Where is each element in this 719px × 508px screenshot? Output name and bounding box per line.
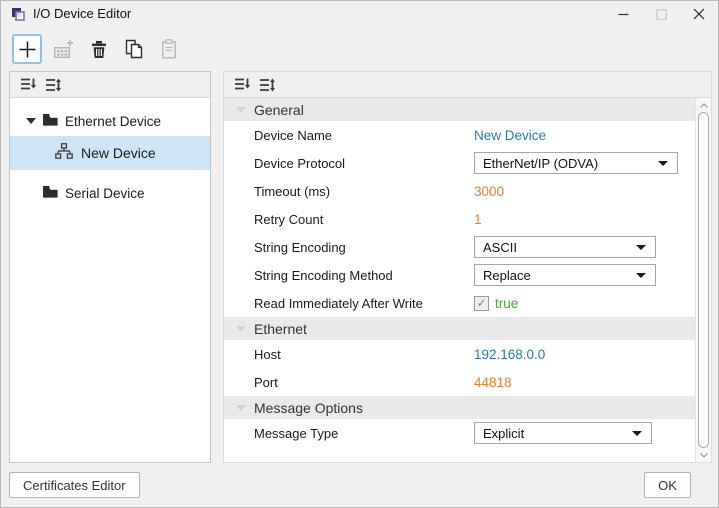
property-row-host: Host 192.168.0.0 — [224, 340, 695, 368]
chevron-down-icon — [636, 273, 646, 278]
device-tree: Ethernet Device New Device — [10, 98, 210, 208]
retry-count-value[interactable]: 1 — [474, 212, 482, 227]
property-row-message-type: Message Type Explicit — [224, 419, 695, 447]
tree-collapse-all-button[interactable] — [17, 75, 39, 95]
chevron-down-icon — [632, 431, 642, 436]
port-value[interactable]: 44818 — [474, 375, 512, 390]
expander-down-icon[interactable] — [26, 118, 36, 124]
vertical-scrollbar[interactable] — [695, 98, 711, 462]
chevron-down-icon — [636, 245, 646, 250]
tree-item-ethernet-device[interactable]: Ethernet Device — [10, 106, 210, 136]
tree-expand-all-button[interactable] — [42, 75, 64, 95]
read-immediately-checkbox[interactable]: ✓ — [474, 296, 489, 311]
properties-collapse-all-button[interactable] — [231, 75, 253, 95]
scrollbar-thumb[interactable] — [698, 112, 709, 448]
folder-icon — [42, 185, 58, 201]
properties-expand-all-button[interactable] — [256, 75, 278, 95]
property-panel-toolbar — [224, 72, 711, 98]
tree-item-new-device[interactable]: New Device — [10, 136, 210, 170]
device-tree-panel: Ethernet Device New Device — [9, 71, 211, 463]
section-header-general[interactable]: General — [224, 98, 695, 121]
property-grid: General Device Name New Device Device Pr… — [224, 98, 695, 462]
section-title: Ethernet — [254, 321, 307, 337]
close-icon — [693, 8, 705, 20]
delete-device-button[interactable] — [86, 36, 112, 62]
dropdown-value: EtherNet/IP (ODVA) — [483, 156, 598, 171]
maximize-button — [644, 1, 678, 27]
device-name-value[interactable]: New Device — [474, 128, 546, 143]
expand-all-icon — [45, 77, 62, 93]
property-label: Device Name — [254, 128, 474, 143]
property-row-string-encoding-method: String Encoding Method Replace — [224, 261, 695, 289]
property-row-port: Port 44818 — [224, 368, 695, 396]
property-row-device-name: Device Name New Device — [224, 121, 695, 149]
scroll-down-icon[interactable] — [696, 448, 711, 462]
property-row-retry-count: Retry Count 1 — [224, 205, 695, 233]
network-device-icon — [55, 143, 73, 163]
copy-icon — [125, 39, 143, 59]
section-header-message-options[interactable]: Message Options — [224, 396, 695, 419]
section-header-ethernet[interactable]: Ethernet — [224, 317, 695, 340]
add-device-button[interactable] — [12, 34, 42, 64]
tree-item-serial-device[interactable]: Serial Device — [10, 178, 210, 208]
property-label: Host — [254, 347, 474, 362]
section-expander-icon[interactable] — [236, 326, 246, 332]
ok-button[interactable]: OK — [644, 472, 691, 498]
property-label: Device Protocol — [254, 156, 474, 171]
property-label: Read Immediately After Write — [254, 296, 474, 311]
tree-item-label: New Device — [81, 145, 156, 161]
folder-icon — [42, 113, 58, 129]
property-label: Message Type — [254, 426, 474, 441]
main-toolbar — [12, 34, 191, 64]
add-plus-icon — [18, 40, 37, 59]
io-device-editor-dialog: I/O Device Editor — [0, 0, 719, 508]
maximize-icon — [656, 9, 667, 20]
message-type-dropdown[interactable]: Explicit — [474, 422, 652, 444]
section-title: General — [254, 102, 304, 118]
app-logo-icon — [11, 7, 25, 21]
checkbox-value-label: true — [495, 296, 518, 311]
host-value[interactable]: 192.168.0.0 — [474, 347, 545, 362]
window-title: I/O Device Editor — [33, 6, 131, 21]
property-label: String Encoding — [254, 240, 474, 255]
dropdown-value: Replace — [483, 268, 531, 283]
timeout-value[interactable]: 3000 — [474, 184, 504, 199]
certificates-editor-button[interactable]: Certificates Editor — [9, 472, 140, 498]
expand-all-icon — [259, 77, 276, 93]
dropdown-value: Explicit — [483, 426, 524, 441]
property-label: String Encoding Method — [254, 268, 474, 283]
section-expander-icon[interactable] — [236, 405, 246, 411]
delete-trash-icon — [91, 40, 107, 59]
chevron-down-icon — [658, 161, 668, 166]
property-row-device-protocol: Device Protocol EtherNet/IP (ODVA) — [224, 149, 695, 177]
add-device-group-button — [51, 36, 77, 62]
minimize-icon — [618, 9, 629, 20]
titlebar: I/O Device Editor — [1, 1, 718, 27]
section-expander-icon[interactable] — [236, 107, 246, 113]
collapse-all-icon — [234, 77, 251, 92]
string-encoding-dropdown[interactable]: ASCII — [474, 236, 656, 258]
property-label: Port — [254, 375, 474, 390]
copy-device-button[interactable] — [121, 36, 147, 62]
device-protocol-dropdown[interactable]: EtherNet/IP (ODVA) — [474, 152, 678, 174]
collapse-all-icon — [20, 77, 37, 92]
tree-item-label: Ethernet Device — [65, 114, 161, 129]
scroll-up-icon[interactable] — [696, 98, 711, 112]
add-device-group-icon — [53, 39, 75, 59]
paste-clipboard-icon — [161, 39, 177, 59]
string-encoding-method-dropdown[interactable]: Replace — [474, 264, 656, 286]
minimize-button[interactable] — [606, 1, 640, 27]
property-label: Retry Count — [254, 212, 474, 227]
property-label: Timeout (ms) — [254, 184, 474, 199]
tree-panel-toolbar — [10, 72, 210, 98]
property-row-timeout: Timeout (ms) 3000 — [224, 177, 695, 205]
property-row-string-encoding: String Encoding ASCII — [224, 233, 695, 261]
section-title: Message Options — [254, 400, 363, 416]
property-panel: General Device Name New Device Device Pr… — [223, 71, 712, 463]
paste-device-button — [156, 36, 182, 62]
dropdown-value: ASCII — [483, 240, 517, 255]
property-row-read-immediately: Read Immediately After Write ✓ true — [224, 289, 695, 317]
tree-item-label: Serial Device — [65, 186, 145, 201]
close-button[interactable] — [682, 1, 716, 27]
